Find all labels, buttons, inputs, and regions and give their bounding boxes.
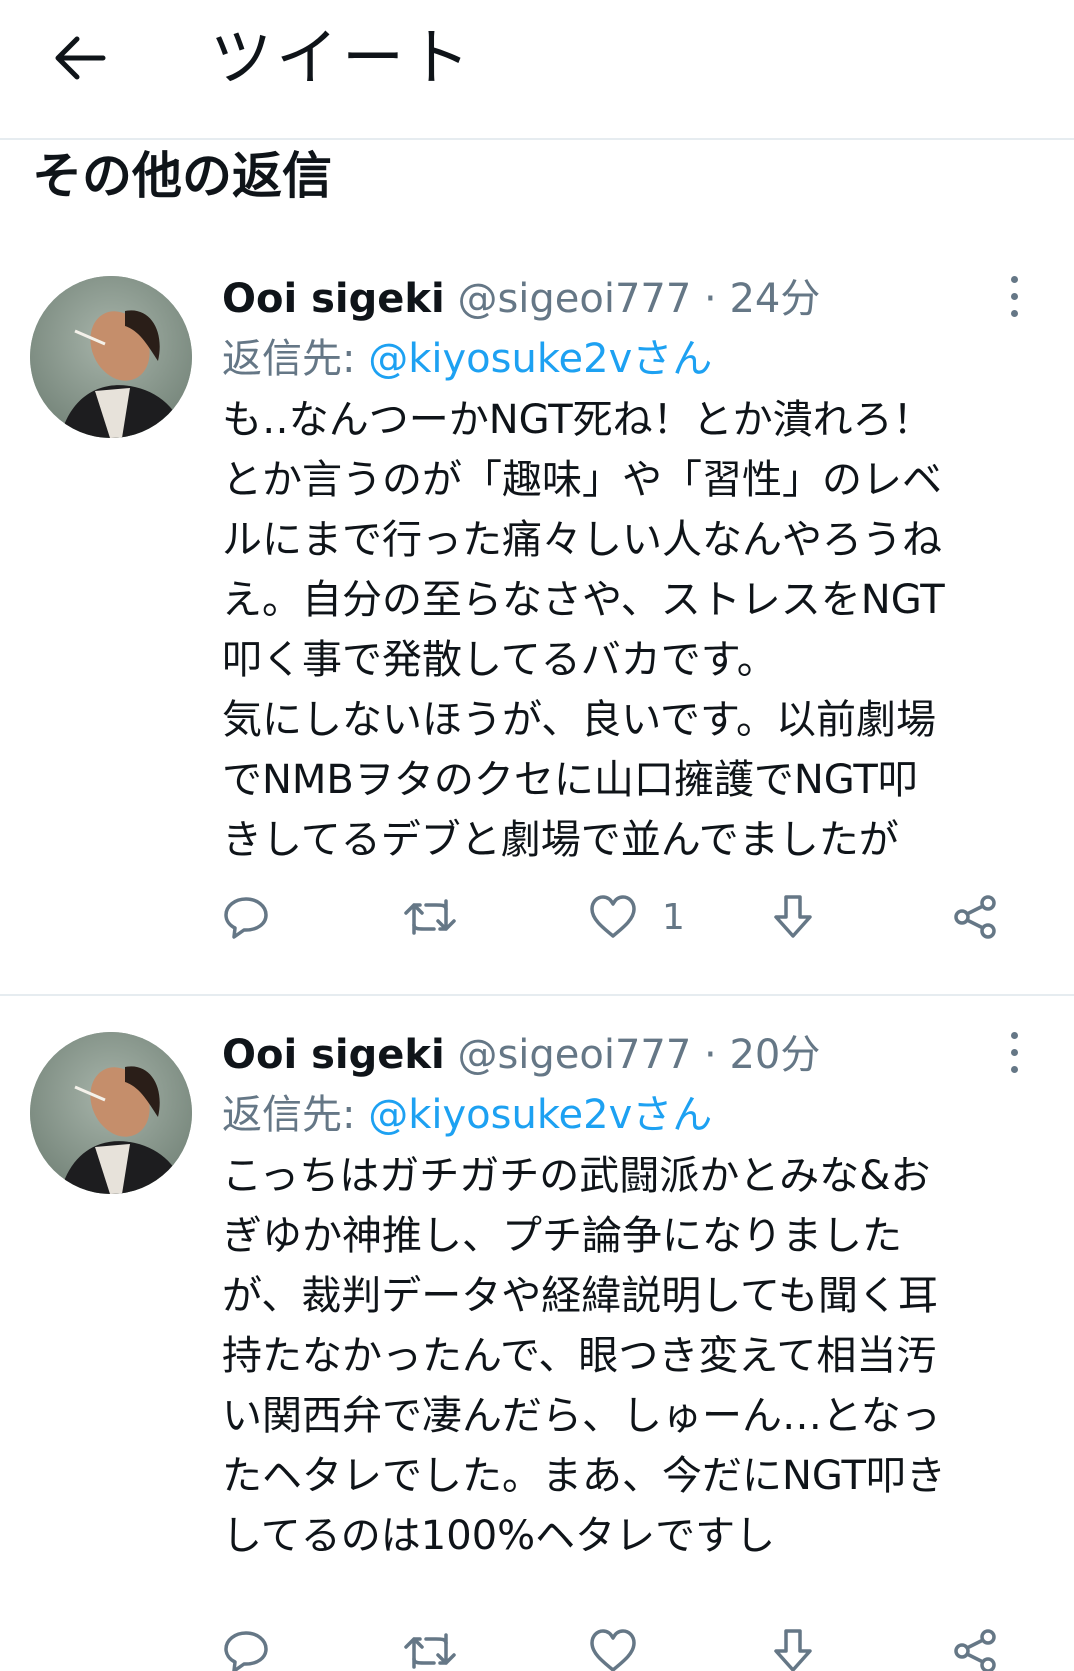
like-button[interactable]: 1 bbox=[588, 882, 685, 952]
avatar-photo bbox=[30, 1032, 192, 1194]
retweet-button[interactable] bbox=[402, 882, 458, 952]
tweet-text-line: も‥なんつーかNGT死ね！とか潰れろ！ bbox=[222, 397, 933, 443]
tweet-text: も‥なんつーかNGT死ね！とか潰れろ！ とか言うのが「趣味」や「習性」のレベ ル… bbox=[222, 390, 1048, 870]
like-button[interactable] bbox=[588, 1616, 662, 1671]
tweet-text-line: こっちはガチガチの武闘派かとみな&お bbox=[222, 1153, 931, 1199]
tweet[interactable]: Ooi sigeki @sigeoi777 · 20分 返信先: @kiyosu… bbox=[0, 1024, 1074, 1671]
page-title: ツイート bbox=[210, 21, 475, 94]
timestamp[interactable]: 24分 bbox=[729, 276, 820, 322]
tweet-text-line: きしてるデブと劇場で並んでましたが bbox=[222, 817, 899, 863]
reply-bubble-icon bbox=[224, 897, 268, 939]
download-arrow-icon bbox=[774, 895, 812, 938]
share-button[interactable] bbox=[952, 882, 1000, 952]
replying-to-link[interactable]: @kiyosuke2vさん bbox=[368, 1092, 712, 1138]
tweet-header: Ooi sigeki @sigeoi777 · 24分 bbox=[222, 268, 1002, 330]
tweet-text-line: とか言うのが「趣味」や「習性」のレベ bbox=[222, 457, 942, 503]
tweet-text-line: え。自分の至らなさや、ストレスをNGT bbox=[222, 577, 945, 623]
tweet-text-line: でNMBヲタのクセに山口擁護でNGT叩 bbox=[222, 757, 918, 803]
tweet-text-line: が、裁判データや経緯説明しても聞く耳 bbox=[222, 1273, 938, 1319]
tweet-header: Ooi sigeki @sigeoi777 · 20分 bbox=[222, 1024, 1002, 1086]
download-arrow-icon bbox=[774, 1629, 812, 1671]
avatar-photo bbox=[30, 276, 192, 438]
retweet-icon bbox=[404, 899, 456, 935]
more-options-button[interactable] bbox=[990, 1028, 1038, 1076]
tweet-actions: 1 bbox=[222, 882, 1022, 952]
tweet-text-line: 持たなかったんで、眼つき変えて相当汚 bbox=[222, 1333, 937, 1379]
meta-separator: · bbox=[691, 1032, 730, 1078]
author-name[interactable]: Ooi sigeki bbox=[222, 1032, 445, 1078]
tweet-text-line: い関西弁で凄んだら、しゅーん…となっ bbox=[222, 1393, 941, 1439]
tweet-text-line: 気にしないほうが、良いです。以前劇場 bbox=[222, 697, 936, 743]
arrow-left-icon bbox=[55, 36, 106, 80]
avatar[interactable] bbox=[30, 1032, 192, 1194]
share-icon bbox=[954, 895, 996, 939]
tweet-actions bbox=[222, 1616, 1022, 1671]
tweet-text-line: ルにまで行った痛々しい人なんやろうね bbox=[222, 517, 942, 563]
tweet[interactable]: Ooi sigeki @sigeoi777 · 24分 返信先: @kiyosu… bbox=[0, 268, 1074, 996]
replying-to: 返信先: @kiyosuke2vさん bbox=[222, 1084, 1022, 1146]
save-button[interactable] bbox=[770, 1616, 816, 1671]
replying-to-link[interactable]: @kiyosuke2vさん bbox=[368, 336, 712, 382]
save-button[interactable] bbox=[770, 882, 816, 952]
tweet-text-line: ぎゆか神推し、プチ論争になりました bbox=[222, 1213, 902, 1259]
more-options-button[interactable] bbox=[990, 272, 1038, 320]
tweet-text: こっちはガチガチの武闘派かとみな&お ぎゆか神推し、プチ論争になりました が、裁… bbox=[222, 1146, 1048, 1566]
author-name[interactable]: Ooi sigeki bbox=[222, 276, 445, 322]
like-count: 1 bbox=[662, 896, 685, 938]
reply-button[interactable] bbox=[222, 1616, 270, 1671]
replying-to: 返信先: @kiyosuke2vさん bbox=[222, 328, 1022, 390]
heart-icon bbox=[590, 895, 636, 938]
tweet-text-line: してるのは100%ヘタレですし bbox=[222, 1513, 776, 1559]
retweet-button[interactable] bbox=[402, 1616, 458, 1671]
section-title-more-replies: その他の返信 bbox=[32, 147, 332, 205]
retweet-icon bbox=[404, 1633, 456, 1669]
back-button[interactable] bbox=[48, 26, 112, 90]
avatar[interactable] bbox=[30, 276, 192, 438]
top-bar: ツイート bbox=[0, 0, 1074, 140]
reply-bubble-icon bbox=[224, 1631, 268, 1671]
replying-to-label: 返信先: bbox=[222, 1092, 369, 1138]
tweet-text-line: 叩く事で発散してるバカです。 bbox=[222, 637, 777, 683]
replying-to-label: 返信先: bbox=[222, 336, 369, 382]
more-vertical-icon bbox=[1010, 271, 1018, 322]
reply-button[interactable] bbox=[222, 882, 270, 952]
author-handle[interactable]: @sigeoi777 bbox=[457, 276, 691, 322]
meta-separator: · bbox=[691, 276, 730, 322]
tweet-text-line: たヘタレでした。まあ、今だにNGT叩き bbox=[222, 1453, 946, 1499]
author-handle[interactable]: @sigeoi777 bbox=[457, 1032, 691, 1078]
heart-icon bbox=[590, 1629, 636, 1671]
timestamp[interactable]: 20分 bbox=[729, 1032, 820, 1078]
more-vertical-icon bbox=[1010, 1027, 1018, 1078]
share-button[interactable] bbox=[952, 1616, 1000, 1671]
tweet-screen: ツイート その他の返信 Ooi sigeki @sigeoi777 · 24分 … bbox=[0, 0, 1074, 1671]
share-icon bbox=[954, 1629, 996, 1671]
